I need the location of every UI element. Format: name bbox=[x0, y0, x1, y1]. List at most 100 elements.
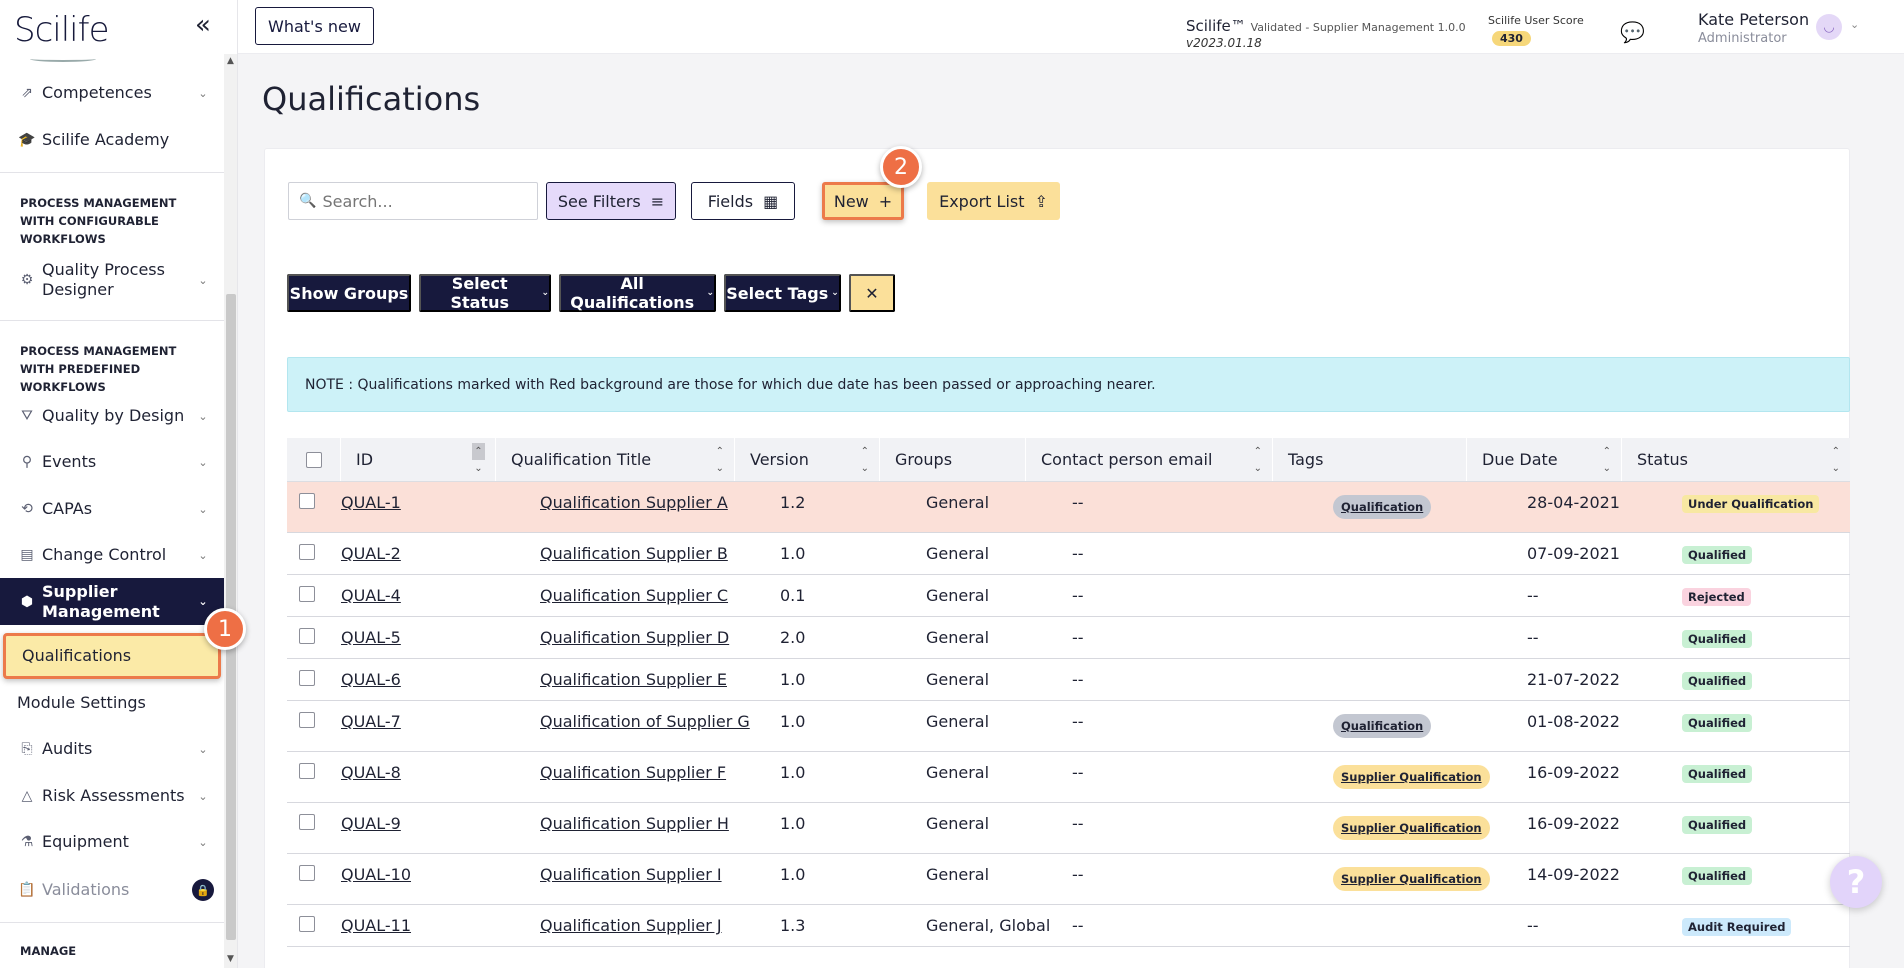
fields-button[interactable]: Fields ▦ bbox=[691, 182, 795, 220]
select-tags-dropdown[interactable]: Select Tags ⌄ bbox=[724, 274, 841, 312]
column-header-status[interactable]: Status ⌃ ⌄ bbox=[1622, 438, 1850, 481]
row-checkbox[interactable] bbox=[299, 763, 315, 779]
help-button[interactable]: ? bbox=[1830, 856, 1882, 908]
column-header-version[interactable]: Version ⌃ ⌄ bbox=[735, 438, 880, 481]
column-header-due-date[interactable]: Due Date ⌃ ⌄ bbox=[1467, 438, 1622, 481]
all-qualifications-dropdown[interactable]: All Qualifications ⌄ bbox=[559, 274, 716, 312]
scilife-logo[interactable]: Scilife bbox=[14, 10, 110, 62]
column-header-contact-email[interactable]: Contact person email ⌃ ⌄ bbox=[1026, 438, 1273, 481]
table-row[interactable]: QUAL-10 Qualification Supplier I 1.0 Genera… bbox=[287, 854, 1850, 905]
qualification-id-link-wrap: QUAL-7 bbox=[341, 701, 401, 751]
select-all-checkbox[interactable] bbox=[305, 451, 322, 468]
status-badge: Qualified bbox=[1682, 630, 1753, 648]
qualification-id-link[interactable]: QUAL-6 bbox=[341, 670, 401, 689]
sidebar-item-module-settings[interactable]: Module Settings bbox=[0, 692, 224, 714]
clear-filters-button[interactable]: ✕ bbox=[849, 274, 895, 312]
table-row[interactable]: QUAL-11 Qualification Supplier J 1.3 Genera… bbox=[287, 905, 1850, 947]
qualification-title-link[interactable]: Qualification Supplier A bbox=[540, 493, 728, 512]
qualification-id-link[interactable]: QUAL-5 bbox=[341, 628, 401, 647]
sort-icon[interactable]: ⌃ ⌄ bbox=[1832, 443, 1840, 477]
sort-icon[interactable]: ⌃ ⌄ bbox=[1603, 443, 1611, 477]
table-row[interactable]: QUAL-9 Qualification Supplier H 1.0 General… bbox=[287, 803, 1850, 854]
tag-chip[interactable]: Qualification bbox=[1333, 714, 1432, 738]
row-checkbox[interactable] bbox=[299, 712, 315, 728]
table-row[interactable]: QUAL-2 Qualification Supplier B 1.0 General… bbox=[287, 533, 1850, 575]
tag-chip[interactable]: Supplier Qualification bbox=[1333, 867, 1490, 891]
row-checkbox[interactable] bbox=[299, 670, 315, 686]
groups-cell: General bbox=[926, 628, 990, 647]
row-checkbox[interactable] bbox=[299, 628, 315, 644]
row-checkbox[interactable] bbox=[299, 586, 315, 602]
see-filters-button[interactable]: See Filters ≡ bbox=[546, 182, 676, 220]
qualification-id-link[interactable]: QUAL-8 bbox=[341, 763, 401, 782]
table-row[interactable]: QUAL-7 Qualification of Supplier G 1.0 Gene… bbox=[287, 701, 1850, 752]
sidebar-item-qualifications[interactable]: Qualifications bbox=[3, 633, 221, 679]
table-row[interactable]: QUAL-8 Qualification Supplier F 1.0 General… bbox=[287, 752, 1850, 803]
avatar[interactable]: ◡ bbox=[1816, 14, 1842, 40]
sidebar-item-competences[interactable]: ⇗ Competences ⌄ bbox=[0, 82, 224, 104]
column-header-title[interactable]: Qualification Title ⌃ ⌄ bbox=[496, 438, 735, 481]
qualification-title-link[interactable]: Qualification Supplier D bbox=[540, 628, 729, 647]
table-row[interactable]: QUAL-4 Qualification Supplier C 0.1 General… bbox=[287, 575, 1850, 617]
sort-icon[interactable]: ⌃ ⌄ bbox=[861, 443, 869, 477]
whats-new-button[interactable]: What's new bbox=[255, 7, 374, 45]
table-row[interactable]: QUAL-5 Qualification Supplier D 2.0 General… bbox=[287, 617, 1850, 659]
qualification-id-link[interactable]: QUAL-11 bbox=[341, 916, 411, 935]
sidebar-item-academy[interactable]: 🎓 Scilife Academy bbox=[0, 129, 224, 151]
row-checkbox[interactable] bbox=[299, 916, 315, 932]
sidebar-item-audits[interactable]: ⎘ Audits ⌄ bbox=[0, 738, 224, 760]
tag-chip[interactable]: Supplier Qualification bbox=[1333, 765, 1490, 789]
sidebar-item-capas[interactable]: ⟲ CAPAs ⌄ bbox=[0, 498, 224, 520]
sidebar-item-quality-by-design[interactable]: ⛛ Quality by Design ⌄ bbox=[0, 405, 224, 427]
search-box[interactable]: 🔍 bbox=[288, 182, 538, 220]
column-header-id[interactable]: ID ⌃ ⌄ bbox=[341, 438, 496, 481]
qualification-title-link[interactable]: Qualification Supplier E bbox=[540, 670, 727, 689]
qualification-id-link[interactable]: QUAL-4 bbox=[341, 586, 401, 605]
qualification-id-link[interactable]: QUAL-10 bbox=[341, 865, 411, 884]
step-1-marker: 1 bbox=[204, 608, 246, 650]
select-status-dropdown[interactable]: Select Status ⌄ bbox=[419, 274, 551, 312]
qualification-title-link[interactable]: Qualification Supplier H bbox=[540, 814, 729, 833]
chat-icon[interactable]: 💬 bbox=[1620, 20, 1645, 44]
row-checkbox[interactable] bbox=[299, 865, 315, 881]
search-input[interactable] bbox=[322, 191, 523, 211]
status-cell: Qualified bbox=[1682, 752, 1753, 802]
qualification-title-link[interactable]: Qualification Supplier I bbox=[540, 865, 722, 884]
qualification-title-link[interactable]: Qualification Supplier J bbox=[540, 916, 722, 935]
sidebar-item-supplier-management[interactable]: ⬢ Supplier Management ⌄ bbox=[0, 578, 224, 625]
sidebar-item-quality-process-designer[interactable]: ⚙ Quality Process Designer ⌄ bbox=[0, 258, 224, 302]
new-button[interactable]: New + bbox=[822, 182, 904, 220]
sort-icon[interactable]: ⌃ ⌄ bbox=[1254, 443, 1262, 477]
due-date-cell: 21-07-2022 bbox=[1527, 659, 1620, 700]
sidebar-scrollbar[interactable]: ▲ ▼ bbox=[224, 54, 237, 968]
sidebar-item-events[interactable]: ⚲ Events ⌄ bbox=[0, 451, 224, 473]
contact-email-cell-wrap: -- bbox=[1072, 803, 1084, 853]
show-groups-button[interactable]: Show Groups bbox=[287, 274, 411, 312]
sort-icon[interactable]: ⌃ ⌄ bbox=[716, 443, 724, 477]
qualification-id-link[interactable]: QUAL-9 bbox=[341, 814, 401, 833]
table-row[interactable]: QUAL-1 Qualification Supplier A 1.2 General… bbox=[287, 482, 1850, 533]
chevron-down-icon[interactable]: ⌄ bbox=[1850, 18, 1859, 31]
user-menu[interactable]: Kate Peterson Administrator bbox=[1698, 10, 1828, 46]
sort-icon[interactable]: ⌃ ⌄ bbox=[472, 443, 485, 477]
collapse-sidebar-icon[interactable]: « bbox=[190, 12, 216, 38]
qualification-id-link[interactable]: QUAL-1 bbox=[341, 493, 401, 512]
sidebar-item-validations[interactable]: 📋 Validations 🔒 bbox=[0, 878, 224, 902]
qualification-title-link[interactable]: Qualification Supplier B bbox=[540, 544, 728, 563]
qualification-id-link[interactable]: QUAL-7 bbox=[341, 712, 401, 731]
table-row[interactable]: QUAL-6 Qualification Supplier E 1.0 General… bbox=[287, 659, 1850, 701]
export-list-button[interactable]: Export List ⇪ bbox=[927, 182, 1060, 220]
overdue-note: NOTE : Qualifications marked with Red ba… bbox=[287, 357, 1850, 412]
sidebar-item-change-control[interactable]: ▤ Change Control ⌄ bbox=[0, 544, 224, 566]
row-checkbox[interactable] bbox=[299, 814, 315, 830]
tag-chip[interactable]: Qualification bbox=[1333, 495, 1432, 519]
qualification-title-link[interactable]: Qualification of Supplier G bbox=[540, 712, 750, 731]
qualification-title-link[interactable]: Qualification Supplier F bbox=[540, 763, 726, 782]
row-checkbox[interactable] bbox=[299, 544, 315, 560]
tag-chip[interactable]: Supplier Qualification bbox=[1333, 816, 1490, 840]
qualification-title-link[interactable]: Qualification Supplier C bbox=[540, 586, 728, 605]
sidebar-item-equipment[interactable]: ⚗ Equipment ⌄ bbox=[0, 831, 224, 853]
row-checkbox[interactable] bbox=[299, 493, 315, 509]
sidebar-item-risk-assessments[interactable]: △ Risk Assessments ⌄ bbox=[0, 785, 224, 807]
qualification-id-link[interactable]: QUAL-2 bbox=[341, 544, 401, 563]
